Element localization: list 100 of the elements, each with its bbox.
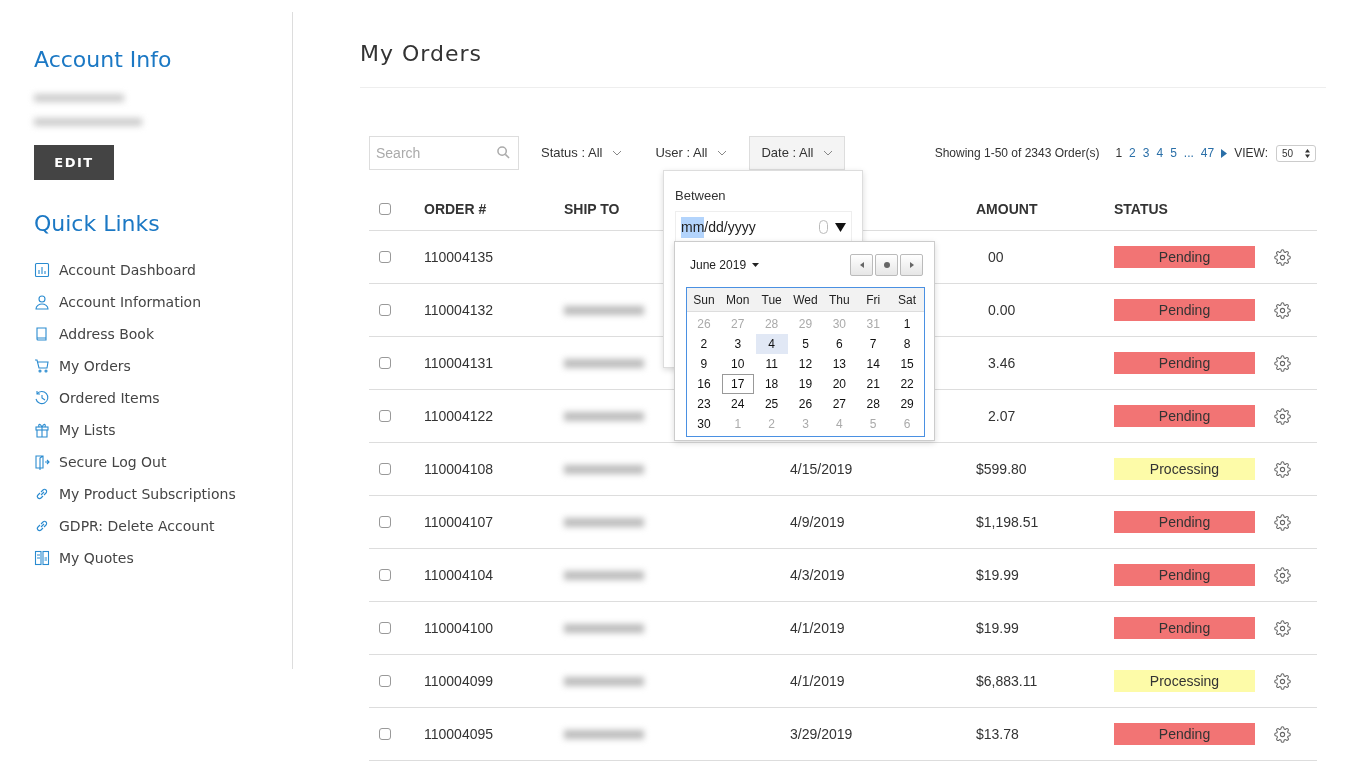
calendar-day[interactable]: 13 (823, 354, 856, 374)
date-segment[interactable]: mm (681, 216, 705, 238)
checkbox[interactable] (379, 728, 391, 740)
settings-icon[interactable] (1274, 460, 1291, 478)
next-page-icon[interactable] (1221, 148, 1228, 158)
settings-icon[interactable] (1274, 354, 1291, 372)
quick-link[interactable]: Address Book (59, 323, 155, 345)
page-link[interactable]: 1 (1115, 144, 1123, 162)
calendar-day[interactable]: 23 (687, 394, 720, 414)
order-number: 110004107 (424, 512, 495, 532)
today-button[interactable] (875, 253, 898, 276)
quick-link[interactable]: My Orders (59, 355, 131, 377)
filter-dropdown[interactable]: Date : All (749, 136, 846, 170)
date-segment[interactable]: /dd/yyyy (704, 216, 756, 238)
dropdown-triangle-icon[interactable] (835, 222, 846, 232)
checkbox[interactable] (379, 463, 391, 475)
calendar-day[interactable]: 24 (721, 394, 754, 414)
checkbox[interactable] (379, 410, 391, 422)
status-badge: Pending (1114, 246, 1255, 268)
quick-link[interactable]: GDPR: Delete Account (59, 515, 215, 537)
page-title: My Orders (360, 40, 483, 68)
quick-link[interactable]: Account Dashboard (59, 259, 196, 281)
section-title: Account Info (34, 46, 173, 74)
settings-icon[interactable] (1274, 672, 1291, 690)
calendar-day[interactable]: 29 (891, 394, 924, 414)
page-link[interactable]: 3 (1142, 144, 1150, 162)
calendar-day[interactable]: 12 (789, 354, 822, 374)
checkbox[interactable] (379, 251, 391, 263)
status-badge: Processing (1114, 670, 1255, 692)
checkbox[interactable] (379, 516, 391, 528)
filter-dropdown[interactable]: Status : All (530, 136, 634, 170)
calendar-day[interactable]: 7 (857, 334, 890, 354)
calendar-day[interactable]: 28 (857, 394, 890, 414)
calendar-day[interactable]: 19 (789, 374, 822, 394)
calendar-day[interactable]: 26 (789, 394, 822, 414)
status-badge: Pending (1114, 617, 1255, 639)
page-link[interactable]: 2 (1129, 144, 1136, 162)
page-link[interactable]: 5 (1170, 144, 1177, 162)
checkbox[interactable] (379, 203, 391, 215)
calendar-day[interactable]: 8 (891, 334, 924, 354)
caret-icon (752, 262, 760, 267)
calendar-day[interactable]: 10 (721, 354, 754, 374)
weekday-label: Tue (760, 291, 783, 309)
calendar-day[interactable]: 18 (755, 374, 788, 394)
page-link[interactable]: 47 (1200, 144, 1215, 162)
calendar-day[interactable]: 25 (755, 394, 788, 414)
settings-icon[interactable] (1274, 566, 1291, 584)
page-link[interactable]: ... (1183, 144, 1194, 162)
calendar-day[interactable]: 15 (891, 354, 924, 374)
calendar-day[interactable]: 20 (823, 374, 856, 394)
checkbox[interactable] (379, 569, 391, 581)
calendar-day[interactable]: 3 (721, 334, 754, 354)
settings-icon[interactable] (1274, 407, 1291, 425)
edit-button[interactable]: EDIT (34, 145, 114, 180)
next-month-button[interactable] (900, 253, 923, 276)
view-select[interactable]: 50 (1276, 144, 1316, 162)
settings-icon[interactable] (1274, 619, 1291, 637)
results-count: Showing 1-50 of 2343 Order(s) (934, 145, 1100, 162)
calendar-day[interactable]: 14 (857, 354, 890, 374)
link-icon (34, 486, 50, 502)
quick-link[interactable]: Ordered Items (59, 387, 160, 409)
chevron-down-icon (612, 150, 623, 156)
page-link[interactable]: 4 (1156, 144, 1164, 162)
calendar-day[interactable]: 27 (823, 394, 856, 414)
checkbox[interactable] (379, 622, 391, 634)
checkbox[interactable] (379, 675, 391, 687)
filter-dropdown[interactable]: User : All (644, 136, 739, 170)
calendar-day[interactable]: 5 (789, 334, 822, 354)
settings-icon[interactable] (1274, 301, 1291, 319)
checkbox[interactable] (379, 357, 391, 369)
quick-link[interactable]: Secure Log Out (59, 451, 167, 473)
settings-icon[interactable] (1274, 513, 1291, 531)
calendar-day[interactable]: 16 (687, 374, 720, 394)
calendar-day[interactable]: 17 (721, 374, 754, 394)
month-selector[interactable]: June 2019 (690, 255, 760, 274)
quick-link[interactable]: My Lists (59, 419, 116, 441)
order-number: 110004099 (424, 671, 495, 691)
calendar-day[interactable]: 30 (687, 414, 720, 434)
quick-link[interactable]: Account Information (59, 291, 202, 313)
calendar-day[interactable]: 2 (687, 334, 720, 354)
weekday-label: Mon (725, 291, 751, 309)
calendar-day[interactable]: 4 (755, 334, 788, 354)
settings-icon[interactable] (1274, 248, 1291, 266)
weekday-label: Sat (897, 291, 918, 309)
quick-link[interactable]: My Quotes (59, 547, 134, 569)
book-icon (34, 326, 50, 342)
field-label: Between (675, 187, 727, 205)
calendar-day[interactable]: 22 (891, 374, 924, 394)
calendar-day[interactable]: 11 (755, 354, 788, 374)
search-field[interactable]: Search (369, 136, 519, 170)
checkbox[interactable] (379, 304, 391, 316)
calendar-day[interactable]: 6 (823, 334, 856, 354)
previous-month-button[interactable] (850, 253, 873, 276)
column-header: ORDER # (424, 199, 488, 219)
calendar-day[interactable]: 1 (891, 314, 924, 334)
calendar-day[interactable]: 9 (687, 354, 720, 374)
quick-link[interactable]: My Product Subscriptions (59, 483, 236, 505)
calendar-day[interactable]: 21 (857, 374, 890, 394)
settings-icon[interactable] (1274, 725, 1291, 743)
order-amount: $599.80 (976, 460, 1027, 477)
